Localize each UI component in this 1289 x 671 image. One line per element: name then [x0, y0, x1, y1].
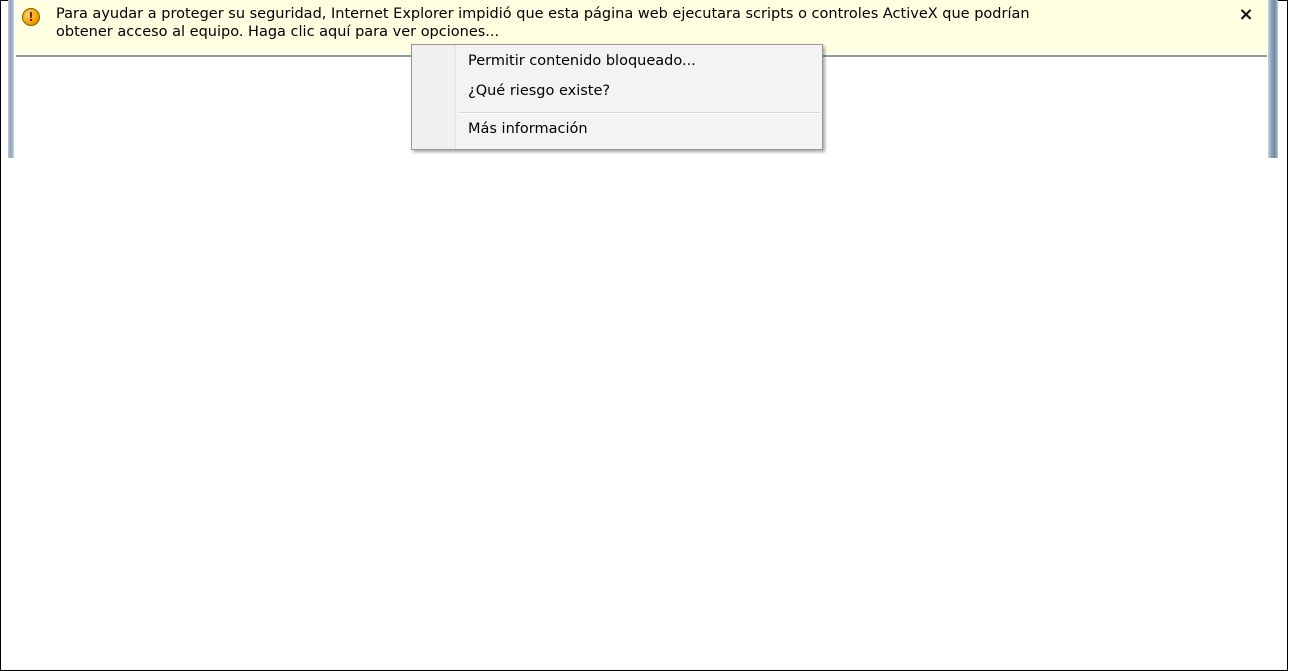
menu-item-more-information[interactable]: Más información	[468, 121, 588, 137]
infobar-message-line1: Para ayudar a proteger su seguridad, Int…	[56, 6, 1030, 22]
shield-warning-icon: !	[22, 8, 40, 26]
window-left-border	[8, 0, 14, 158]
infobar-message-line2: obtener acceso al equipo. Haga clic aquí…	[56, 24, 500, 40]
menu-item-allow-blocked-content[interactable]: Permitir contenido bloqueado...	[468, 53, 696, 69]
infobar-context-menu: Permitir contenido bloqueado... ¿Qué rie…	[411, 44, 823, 150]
menu-item-what-is-the-risk[interactable]: ¿Qué riesgo existe?	[468, 83, 610, 99]
close-infobar-button[interactable]: ×	[1235, 4, 1257, 26]
menu-icon-gutter	[412, 45, 456, 149]
menu-separator	[458, 112, 820, 114]
window-right-border	[1268, 0, 1278, 158]
infobar-message[interactable]: Para ayudar a proteger su seguridad, Int…	[56, 5, 1236, 41]
